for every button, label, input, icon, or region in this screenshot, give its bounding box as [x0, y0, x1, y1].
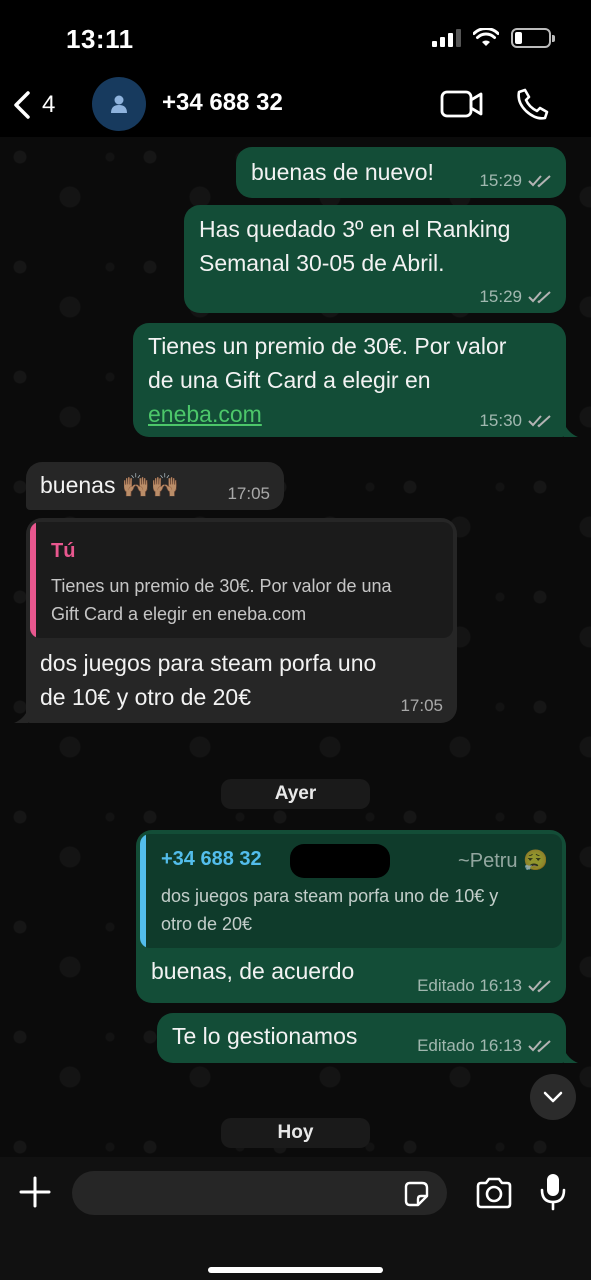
microphone-icon[interactable]	[539, 1172, 567, 1212]
chat-area[interactable]: buenas de nuevo! 15:29 Has quedado 3º en…	[0, 137, 591, 1157]
message-meta: 17:05	[227, 484, 270, 504]
plus-icon[interactable]	[18, 1175, 52, 1209]
message-text: de una Gift Card a elegir en	[148, 367, 431, 393]
date-separator: Ayer	[221, 779, 370, 809]
avatar[interactable]	[92, 77, 146, 131]
message-bubble-incoming[interactable]: Tú Tienes un premio de 30€. Por valor de…	[26, 518, 457, 723]
quote-author: +34 688 32	[161, 848, 262, 870]
message-bubble-outgoing[interactable]: +34 688 32 ~Petru 😮‍💨 dos juegos para st…	[136, 830, 566, 1003]
message-time: Editado 16:13	[417, 976, 522, 995]
message-meta: Editado 16:13	[417, 976, 552, 996]
message-time: 17:05	[227, 484, 270, 503]
wifi-icon	[473, 28, 499, 46]
redaction-mark	[298, 87, 388, 121]
message-text: buenas de nuevo!	[251, 159, 434, 185]
message-meta: Editado 16:13	[417, 1036, 552, 1056]
quote-bar	[30, 522, 36, 638]
message-time: Editado 16:13	[417, 1036, 522, 1055]
person-icon	[111, 95, 127, 113]
quote-alias: ~Petru 😮‍💨	[458, 850, 548, 872]
quote-author: Tú	[51, 540, 76, 562]
double-check-icon	[528, 980, 551, 993]
link-eneba[interactable]: eneba.com	[148, 397, 262, 431]
back-button[interactable]: 4	[12, 85, 55, 125]
sticker-icon[interactable]	[401, 1179, 431, 1209]
message-bubble-outgoing[interactable]: buenas de nuevo! 15:29	[236, 147, 566, 198]
bubble-tail	[564, 423, 578, 437]
message-text: dos juegos para steam porfa uno	[40, 650, 377, 676]
message-bubble-outgoing[interactable]: Has quedado 3º en el Ranking Semanal 30-…	[184, 205, 566, 313]
battery-icon	[511, 28, 555, 48]
unread-count: 4	[42, 91, 56, 118]
message-input[interactable]	[72, 1171, 447, 1215]
double-check-icon	[528, 175, 551, 188]
status-bar: 13:11	[0, 0, 591, 75]
quote-text: otro de 20€	[161, 914, 253, 934]
signal-icon	[432, 29, 461, 47]
redaction-mark	[290, 844, 390, 878]
message-bubble-incoming[interactable]: buenas 🙌🏽🙌🏽 17:05	[26, 462, 284, 510]
message-meta: 17:05	[400, 696, 443, 716]
quoted-message[interactable]: Tú Tienes un premio de 30€. Por valor de…	[30, 522, 453, 638]
status-time: 13:11	[66, 24, 134, 54]
quoted-message[interactable]: +34 688 32 ~Petru 😮‍💨 dos juegos para st…	[140, 834, 562, 948]
quote-text: Gift Card a elegir en eneba.com	[51, 604, 307, 624]
message-text: buenas, de acuerdo	[151, 958, 355, 984]
message-text: de 10€ y otro de 20€	[40, 684, 251, 710]
message-time: 17:05	[400, 696, 443, 715]
double-check-icon	[528, 415, 551, 428]
chat-header: 4 +34 688 32	[0, 75, 591, 137]
camera-icon[interactable]	[475, 1177, 513, 1209]
video-camera-icon[interactable]	[440, 89, 484, 119]
message-text: Tienes un premio de 30€. Por valor	[148, 333, 507, 359]
message-bubble-outgoing[interactable]: Tienes un premio de 30€. Por valor de un…	[133, 323, 566, 437]
quote-text: dos juegos para steam porfa uno de 10€ y	[161, 886, 499, 906]
message-text: buenas 🙌🏽🙌🏽	[40, 472, 180, 498]
message-meta: 15:29	[479, 171, 552, 191]
chevron-left-icon	[14, 91, 30, 119]
message-text: Has quedado 3º en el Ranking	[199, 216, 511, 242]
message-bubble-outgoing[interactable]: Te lo gestionamos Editado 16:13	[157, 1013, 566, 1063]
bubble-tail	[564, 1049, 578, 1063]
scroll-to-bottom-button[interactable]	[530, 1074, 576, 1120]
message-text: Te lo gestionamos	[172, 1023, 358, 1049]
composer-bar	[0, 1157, 591, 1280]
chevron-down-icon	[543, 1091, 563, 1103]
message-text: Semanal 30-05 de Abril.	[199, 250, 445, 276]
double-check-icon	[528, 291, 551, 304]
quote-text: Tienes un premio de 30€. Por valor de un…	[51, 576, 392, 596]
status-icons	[432, 28, 555, 48]
message-time: 15:30	[479, 411, 522, 430]
home-indicator	[208, 1267, 383, 1273]
date-separator: Hoy	[221, 1118, 370, 1148]
message-meta: 15:29	[479, 287, 552, 307]
message-meta: 15:30	[479, 411, 552, 431]
double-check-icon	[528, 1040, 551, 1053]
phone-icon[interactable]	[516, 87, 550, 121]
bubble-tail	[14, 709, 28, 723]
message-time: 15:29	[479, 287, 522, 306]
message-time: 15:29	[479, 171, 522, 190]
contact-name[interactable]: +34 688 32	[162, 89, 283, 117]
quote-bar	[140, 834, 146, 948]
